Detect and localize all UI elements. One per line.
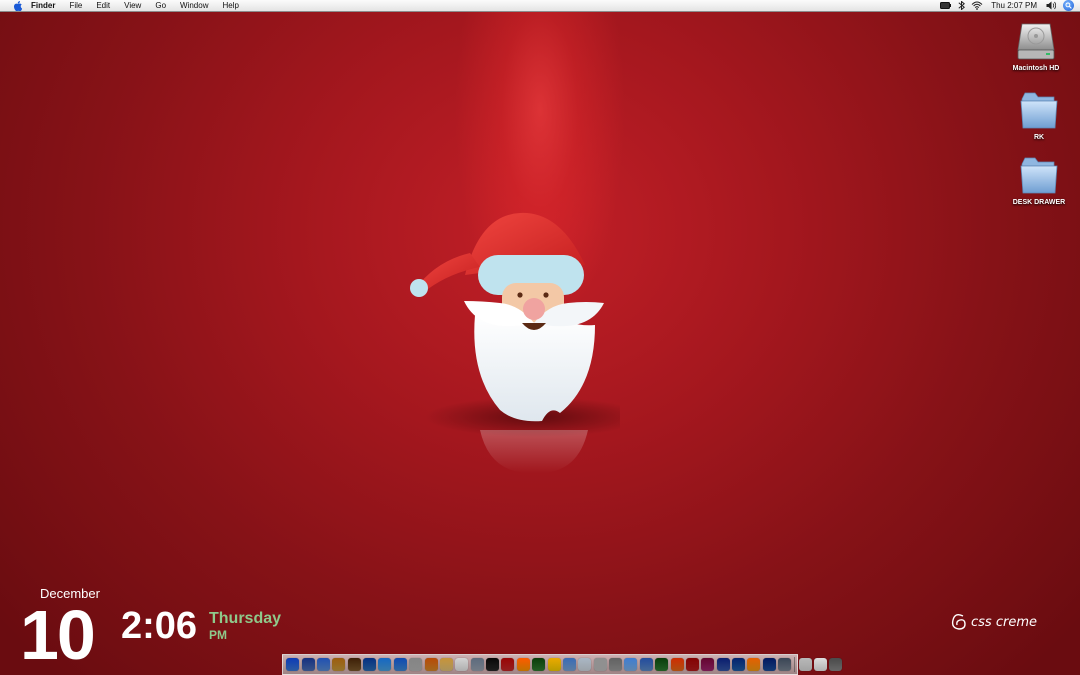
dock-photo-booth-icon[interactable] (501, 658, 515, 671)
folder-icon (1020, 92, 1058, 129)
dock-safari-icon[interactable] (316, 658, 330, 671)
dock-documents-icon[interactable] (813, 658, 827, 671)
dock-stickies-icon[interactable] (547, 658, 561, 671)
volume-icon[interactable] (1043, 0, 1059, 12)
dock-trash-icon[interactable] (829, 658, 843, 671)
dock-dashboard-icon[interactable] (301, 658, 315, 671)
dock-vlc-icon[interactable] (516, 658, 530, 671)
hard-drive-icon (1017, 23, 1055, 60)
menu-edit[interactable]: Edit (89, 0, 117, 12)
desktop-icon-macintosh-hd[interactable]: Macintosh HD (1001, 18, 1071, 72)
dock-preview-icon[interactable] (424, 658, 438, 671)
menubar-clock[interactable]: Thu 2:07 PM (985, 1, 1043, 10)
dock-illustrator-icon[interactable] (747, 658, 761, 671)
css-creme-logo: css creme (951, 613, 1037, 631)
apple-icon[interactable] (10, 0, 24, 11)
folder-icon (1020, 157, 1058, 194)
desktop-icon-label: DESK DRAWER (1012, 199, 1066, 206)
dock-dreamweaver-icon[interactable] (655, 658, 669, 671)
dock-photoshop-icon[interactable] (732, 658, 746, 671)
menu-help[interactable]: Help (215, 0, 245, 12)
santa-illustration (410, 212, 620, 474)
dock-ical-icon[interactable] (593, 658, 607, 671)
dock-system-preferences-icon[interactable] (470, 658, 484, 671)
dock-disk-utility-icon[interactable] (409, 658, 423, 671)
menu-file[interactable]: File (62, 0, 89, 12)
desktop-icon-label: RK (1033, 134, 1045, 141)
widget-day: 10 (20, 596, 96, 674)
dock-finder-2-icon[interactable] (439, 658, 453, 671)
dock-photo-icon[interactable] (332, 658, 346, 671)
wifi-icon[interactable] (969, 0, 985, 12)
menu-bar: Finder File Edit View Go Window Help Thu… (0, 0, 1080, 12)
dock-automator-icon[interactable] (363, 658, 377, 671)
desktop-icon-desk-drawer[interactable]: DESK DRAWER (1004, 154, 1074, 206)
logo-text: css creme (971, 614, 1037, 630)
dock-finder-icon[interactable] (286, 658, 300, 671)
menu-view[interactable]: View (117, 0, 148, 12)
css-creme-swirl-icon (951, 613, 966, 630)
dock-app-store-icon[interactable] (393, 658, 407, 671)
dock-game-icon[interactable] (347, 658, 361, 671)
dock-settings-icon[interactable] (778, 658, 792, 671)
dock-preview-2-icon[interactable] (578, 658, 592, 671)
dock-illustrator-v-icon[interactable] (716, 658, 730, 671)
widget-weekday: Thursday (209, 610, 282, 627)
spotlight-icon[interactable] (1063, 0, 1074, 11)
desktop-icon-label: Macintosh HD (1012, 65, 1060, 72)
dock-mail-icon[interactable] (624, 658, 638, 671)
menu-app-finder[interactable]: Finder (24, 0, 62, 12)
dock-transmission-icon[interactable] (639, 658, 653, 671)
desktop-icon-rk[interactable]: RK (1004, 89, 1074, 141)
bluetooth-icon[interactable] (953, 0, 969, 12)
dock-terminal-icon[interactable] (486, 658, 500, 671)
dock-flash-icon[interactable] (685, 658, 699, 671)
status-area: Thu 2:07 PM (937, 0, 1080, 12)
dock (282, 654, 843, 675)
battery-icon[interactable] (937, 0, 953, 12)
menu-window[interactable]: Window (173, 0, 215, 12)
menu-go[interactable]: Go (148, 0, 173, 12)
dock-indesign-icon[interactable] (701, 658, 715, 671)
dock-address-book-icon[interactable] (609, 658, 623, 671)
widget-ampm: PM (209, 628, 227, 642)
dock-itunes-icon[interactable] (378, 658, 392, 671)
dock-firefox-icon[interactable] (670, 658, 684, 671)
dock-textedit-icon[interactable] (562, 658, 576, 671)
dock-calendar-icon[interactable] (455, 658, 469, 671)
dock-separator (794, 657, 796, 672)
dock-adium-icon[interactable] (532, 658, 546, 671)
date-time-widget: December 10 2:06 Thursday PM (18, 586, 298, 671)
dock-google-earth-icon[interactable] (762, 658, 776, 671)
dock-downloads-icon[interactable] (798, 658, 812, 671)
widget-time: 2:06 (121, 605, 198, 647)
